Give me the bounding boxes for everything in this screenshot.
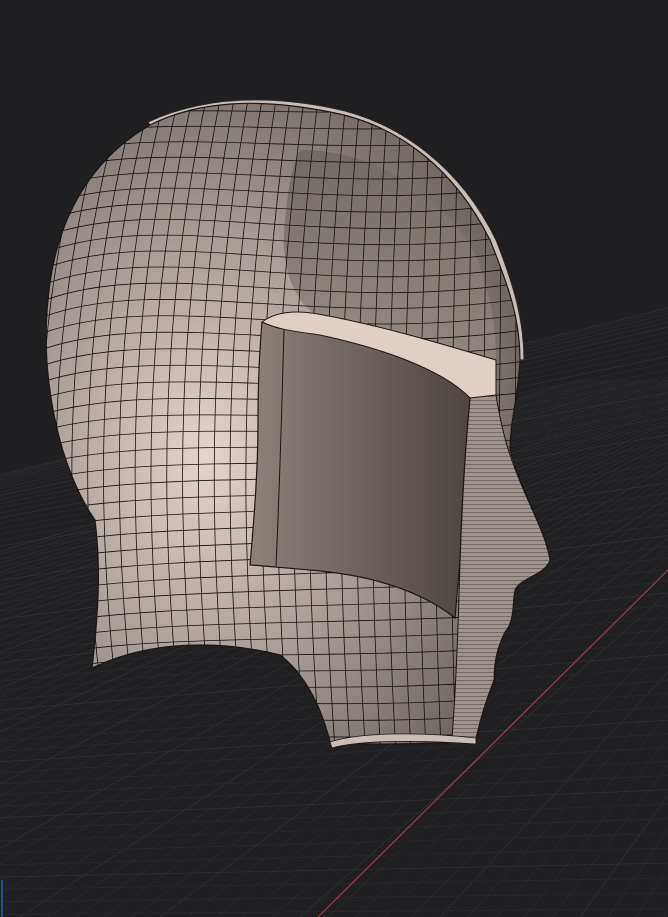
grid-line xyxy=(0,877,668,890)
viewport-canvas[interactable] xyxy=(0,0,668,917)
grid-line xyxy=(0,775,668,807)
grid-line xyxy=(0,818,668,842)
section-cut-face xyxy=(451,394,551,739)
3d-viewport[interactable] xyxy=(0,0,668,917)
grid-line xyxy=(607,828,668,917)
grid-line xyxy=(0,747,668,785)
grid-line xyxy=(663,909,668,917)
grid-line xyxy=(0,761,668,796)
head-mesh-icon[interactable] xyxy=(24,99,560,760)
grid-line xyxy=(0,789,668,818)
grid-line xyxy=(0,832,668,854)
grid-line xyxy=(0,803,668,830)
grid-line xyxy=(0,908,668,915)
